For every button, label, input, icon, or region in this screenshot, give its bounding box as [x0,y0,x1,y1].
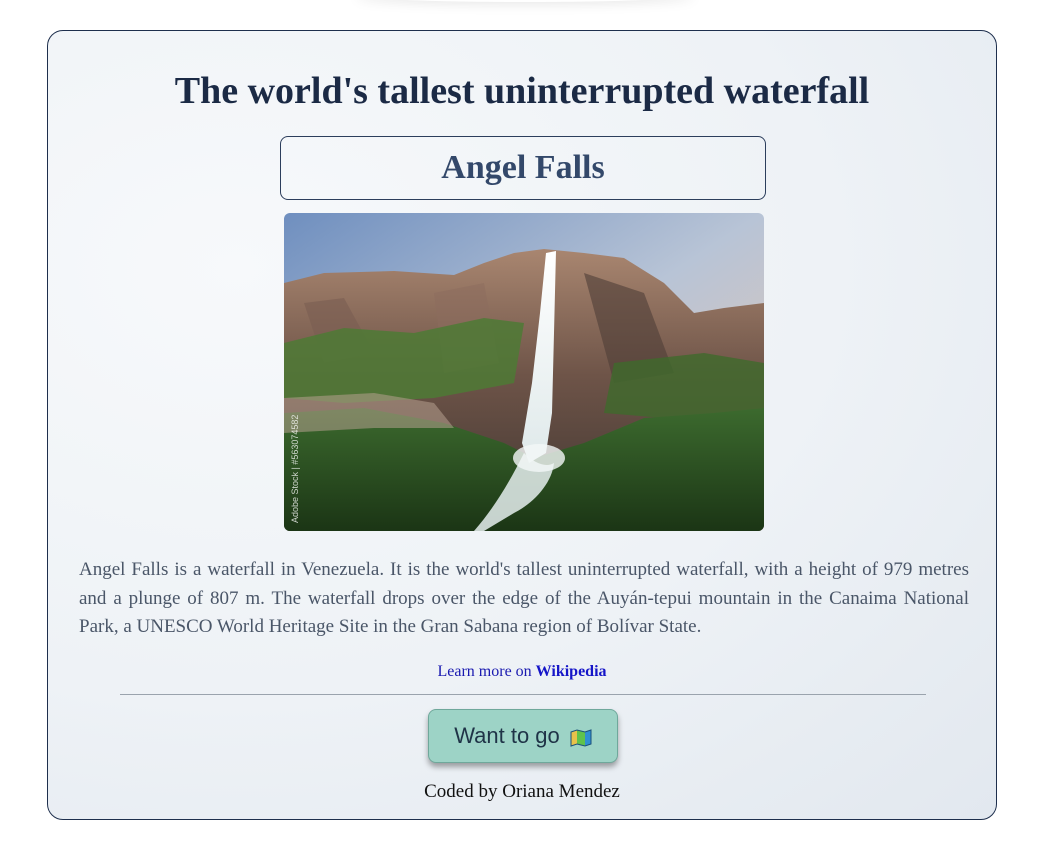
waterfall-description: Angel Falls is a waterfall in Venezuela.… [79,559,969,638]
credit-text: Coded by Oriana Mendez [424,781,620,802]
waterfall-card: The world's tallest uninterrupted waterf… [47,30,997,820]
divider [120,694,926,695]
waterfall-name-box: Angel Falls [280,136,766,200]
waterfall-image: Adobe Stock | #563074582 [284,213,764,531]
waterfall-name: Angel Falls [441,149,605,186]
page-title: The world's tallest uninterrupted waterf… [174,70,870,112]
learn-more-line: Learn more on Wikipedia [48,663,996,681]
want-to-go-button[interactable]: Want to go [428,709,618,763]
learn-more-prefix: Learn more on [437,663,536,680]
map-icon [570,727,592,747]
image-watermark: Adobe Stock | #563074582 [290,415,300,523]
want-to-go-label: Want to go [454,723,560,748]
wikipedia-link[interactable]: Wikipedia [536,663,607,680]
top-decoration [355,0,695,2]
